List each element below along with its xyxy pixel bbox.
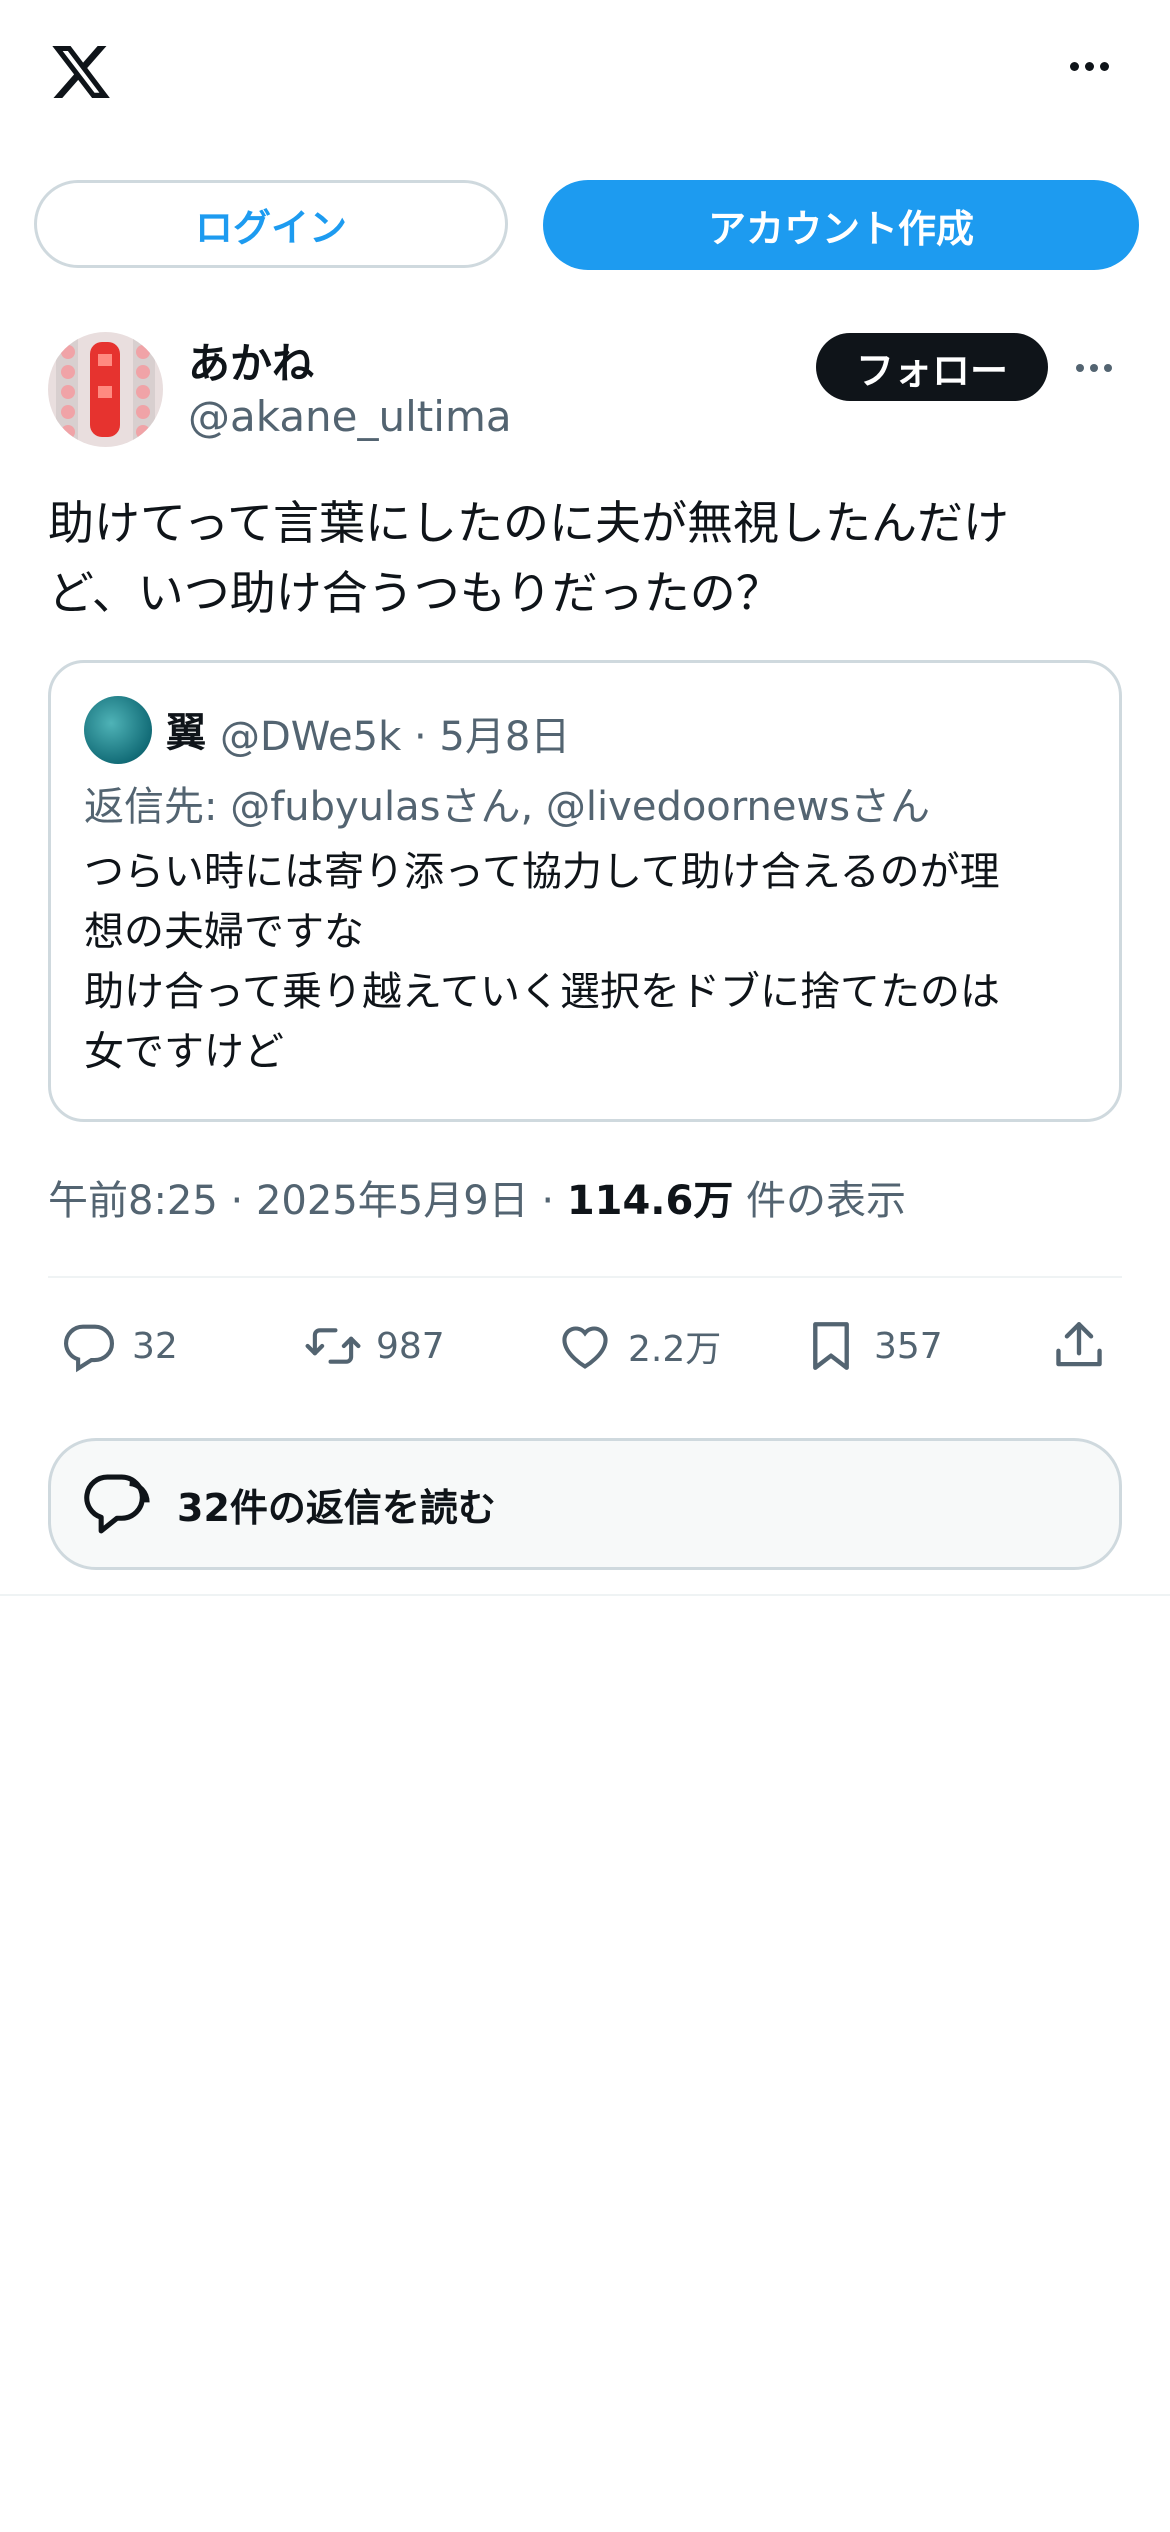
read-replies-button[interactable]: 32件の返信を読む	[48, 1438, 1122, 1570]
repost-icon	[305, 1328, 361, 1364]
like-count: 2.2万	[628, 1329, 722, 1370]
quoted-author-name[interactable]: 翼	[166, 700, 206, 758]
reply-count: 32	[132, 1325, 178, 1367]
follow-button[interactable]: フォロー	[816, 333, 1048, 401]
repost-count: 987	[376, 1325, 445, 1367]
x-logo-icon[interactable]	[48, 40, 114, 104]
quoted-reply-to: 返信先: @fubyulasさん, @livedoornewsさん	[84, 784, 931, 830]
tweet-text: 助けてって言葉にしたのに夫が無視したんだけ ど、いつ助け合うつもりだったの？	[48, 496, 1009, 620]
author-avatar[interactable]	[48, 332, 163, 447]
author-name[interactable]: あかね	[188, 330, 314, 391]
author-handle[interactable]: @akane_ultima	[188, 392, 512, 441]
reply-icon	[63, 1324, 115, 1373]
view-count: 114.6万	[566, 1178, 734, 1224]
heart-icon	[562, 1326, 608, 1369]
more-horizontal-icon[interactable]	[1070, 56, 1118, 76]
divider	[0, 1594, 1170, 1596]
repost-button[interactable]: 987	[304, 1316, 445, 1376]
tweet-meta: 午前8:25 · 2025年5月9日 · 114.6万 件の表示	[48, 1168, 906, 1226]
tweet-more-icon[interactable]	[1076, 362, 1120, 374]
bookmark-count: 357	[874, 1325, 943, 1367]
quoted-author-avatar[interactable]	[84, 696, 152, 764]
like-button[interactable]: 2.2万	[556, 1316, 721, 1376]
view-label: 件の表示	[733, 1178, 907, 1224]
conversation-icon	[84, 1474, 150, 1534]
read-replies-label: 32件の返信を読む	[177, 1485, 496, 1530]
login-button[interactable]: ログイン	[34, 180, 508, 268]
share-button[interactable]	[1050, 1316, 1108, 1376]
bookmark-icon	[813, 1322, 849, 1370]
quoted-tweet-text: つらい時には寄り添って協力して助け合えるのが理 想の夫婦ですな 助け合って乗り越…	[84, 849, 1000, 1075]
tweet-timestamp[interactable]: 午前8:25 · 2025年5月9日 ·	[48, 1178, 567, 1224]
reply-button[interactable]: 32	[60, 1316, 178, 1376]
divider	[48, 1276, 1122, 1278]
quoted-author-meta: @DWe5k · 5月8日	[220, 714, 571, 760]
share-icon	[1056, 1322, 1102, 1367]
create-account-button[interactable]: アカウント作成	[543, 180, 1139, 270]
bookmark-button[interactable]: 357	[802, 1316, 943, 1376]
